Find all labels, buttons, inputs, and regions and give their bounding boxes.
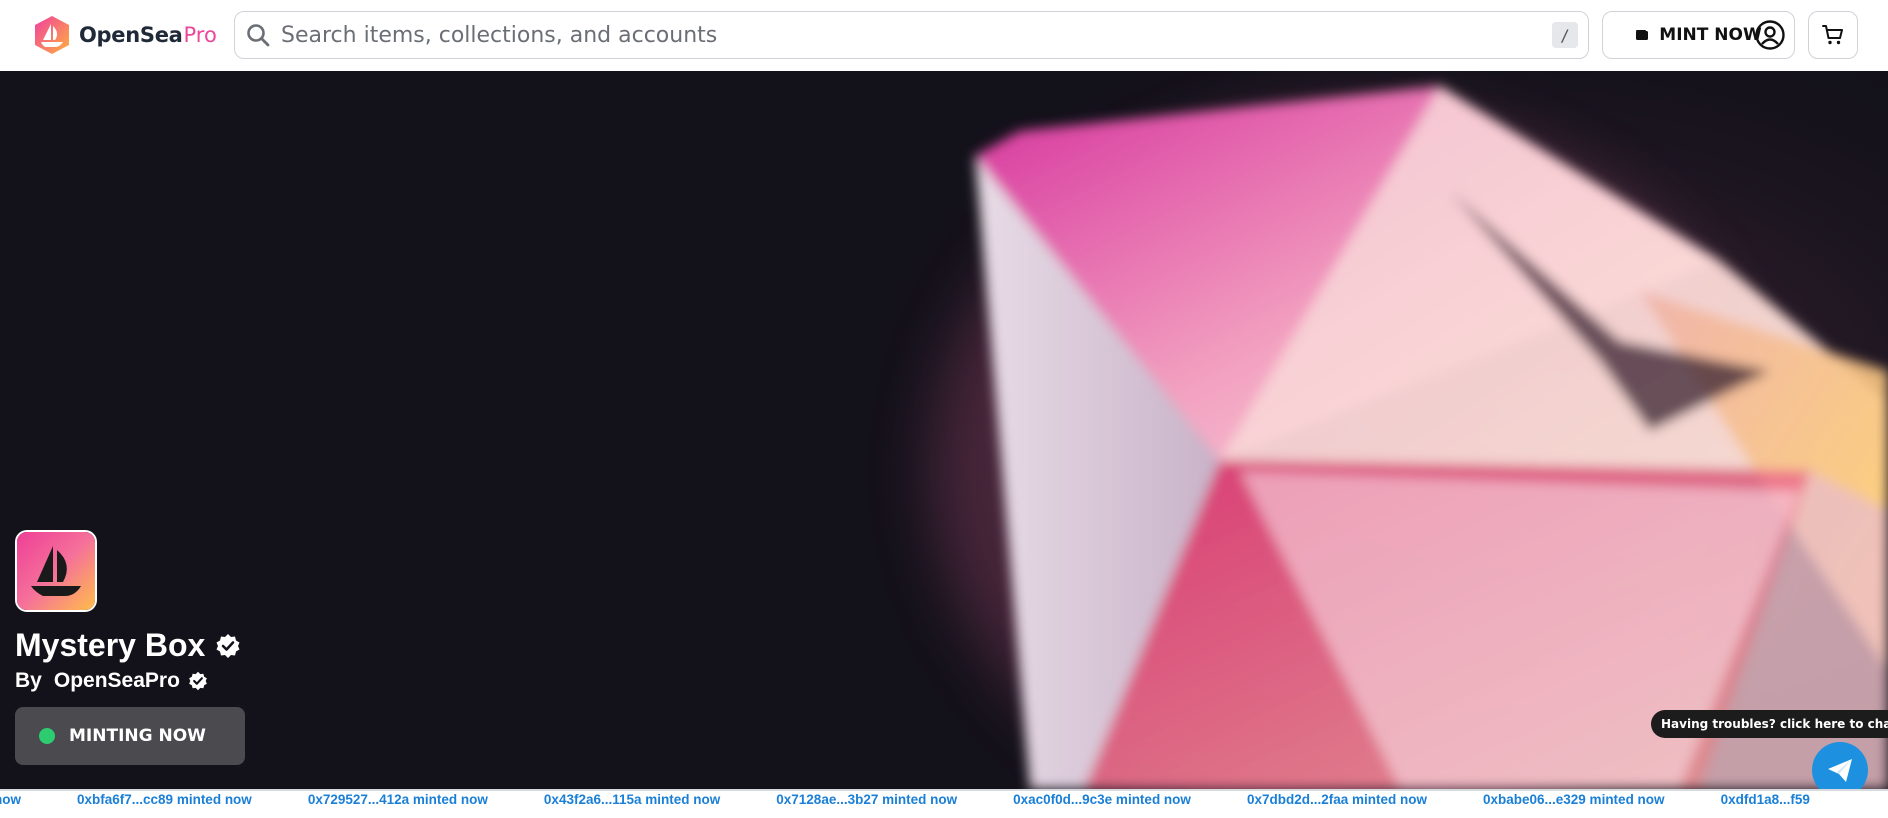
logo-pro-suffix: Pro [183,23,217,47]
ticker-item: now [0,792,21,807]
ticker-item: 0x43f2a6...115a minted now [543,792,721,807]
search-shortcut-key: / [1552,22,1578,48]
verified-badge-icon [216,633,240,658]
creator-link[interactable]: OpenSeaPro [54,669,180,693]
search-bar[interactable]: / [234,11,1589,59]
mint-activity-ticker: now 0xbfa6f7...cc89 minted now 0x729527.… [0,789,1888,811]
ticker-track: now 0xbfa6f7...cc89 minted now 0x729527.… [0,792,1866,807]
ticker-item: 0xbabe06...e329 minted now [1482,792,1665,807]
chat-button[interactable] [1812,742,1868,789]
send-icon [1828,759,1852,782]
opensea-logo-icon [35,16,69,54]
collection-hero-banner: Mystery Box By OpenSeaPro MINTING NOW Ha… [0,71,1888,789]
collection-name: Mystery Box [15,627,206,663]
opensea-pro-avatar-icon [17,532,95,610]
profile-icon [1755,20,1785,50]
minting-status-label: MINTING NOW [69,726,206,746]
wallet-icon [1636,30,1649,40]
ticker-item: 0x7128ae...3b27 minted now [776,792,958,807]
live-status-dot [39,728,55,744]
ticker-item: 0xac0f0d...9c3e minted now [1013,792,1191,807]
profile-button[interactable] [1745,11,1795,59]
opensea-pro-logo[interactable]: OpenSea Pro [31,14,217,56]
collection-title-row: Mystery Box [15,627,241,664]
search-input[interactable] [281,22,1552,48]
cart-button[interactable] [1808,11,1858,59]
ticker-item: 0x7dbd2d...2faa minted now [1246,792,1427,807]
collection-avatar[interactable] [15,530,97,612]
by-label: By [15,669,42,692]
search-icon [247,24,270,47]
creator-line: By OpenSeaPro [15,669,208,693]
chat-tooltip[interactable]: Having troubles? click here to chat [1651,710,1888,738]
top-navbar: OpenSea Pro / MINT NOW [0,0,1888,71]
ticker-item: 0xdfd1a8...f59 [1720,792,1810,807]
ticker-item: 0x729527...412a minted now [307,792,488,807]
crystal-banner-image [0,71,1888,789]
ticker-item: 0xbfa6f7...cc89 minted now [77,792,252,807]
cart-icon [1822,25,1843,45]
minting-status-badge: MINTING NOW [15,707,245,765]
logo-text: OpenSea [79,23,183,47]
creator-verified-icon [189,671,207,691]
